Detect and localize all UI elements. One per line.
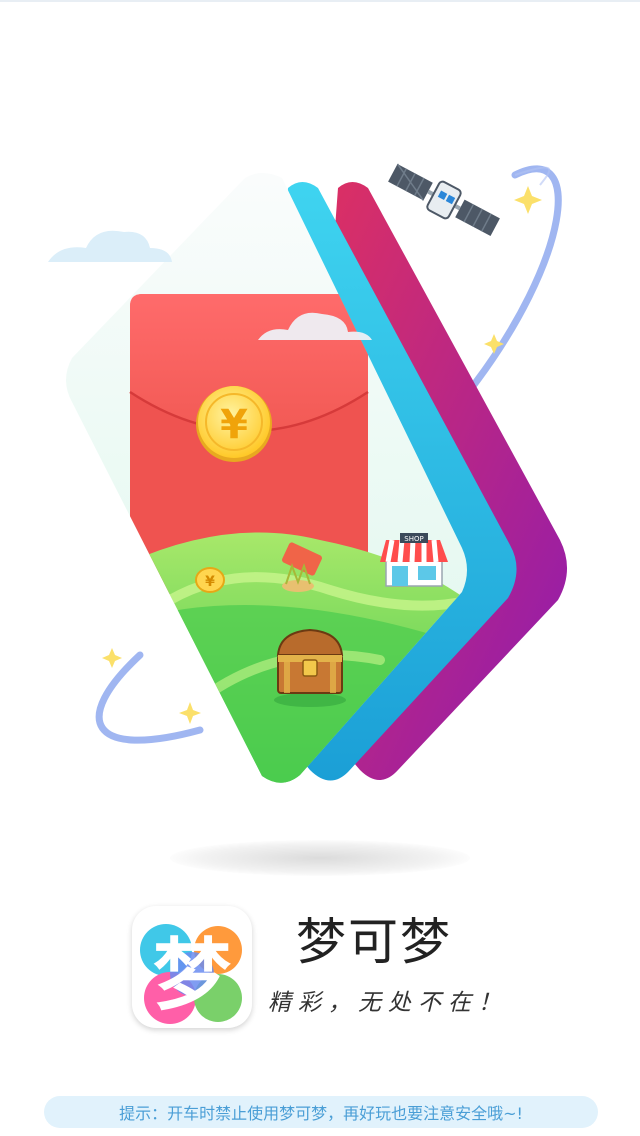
svg-text:¥: ¥ xyxy=(220,402,248,448)
satellite-icon xyxy=(388,163,500,237)
sparkle-icon xyxy=(102,648,122,668)
treasure-chest-icon xyxy=(274,628,346,707)
svg-text:¥: ¥ xyxy=(205,574,215,590)
app-slogan: 精彩，无处不在！ xyxy=(268,990,508,1016)
safety-tip-bar: 提示：开车时禁止使用梦可梦，再好玩也要注意安全哦~! xyxy=(44,1096,598,1128)
coin-icon: ¥ xyxy=(196,386,272,462)
svg-text:SHOP: SHOP xyxy=(404,535,423,543)
cloud-icon xyxy=(48,230,172,262)
splash-illustration: ¥ ¥ SHOP xyxy=(48,163,568,783)
app-name: 梦可梦 xyxy=(296,913,452,971)
svg-text:梦: 梦 xyxy=(153,931,231,1021)
safety-tip-text: 提示：开车时禁止使用梦可梦，再好玩也要注意安全哦~! xyxy=(119,1104,523,1123)
shop-icon: SHOP xyxy=(380,533,448,587)
sparkle-icon xyxy=(179,702,201,724)
app-logo: 梦 xyxy=(132,906,252,1028)
splash-screen: ¥ ¥ SHOP 梦 梦可梦 精彩，无处不在！ 提示：开车时禁止使用梦可梦，再好… xyxy=(0,0,640,1136)
illustration-shadow xyxy=(170,840,470,876)
small-coin-icon: ¥ xyxy=(195,567,225,593)
sparkle-icon xyxy=(514,186,542,214)
